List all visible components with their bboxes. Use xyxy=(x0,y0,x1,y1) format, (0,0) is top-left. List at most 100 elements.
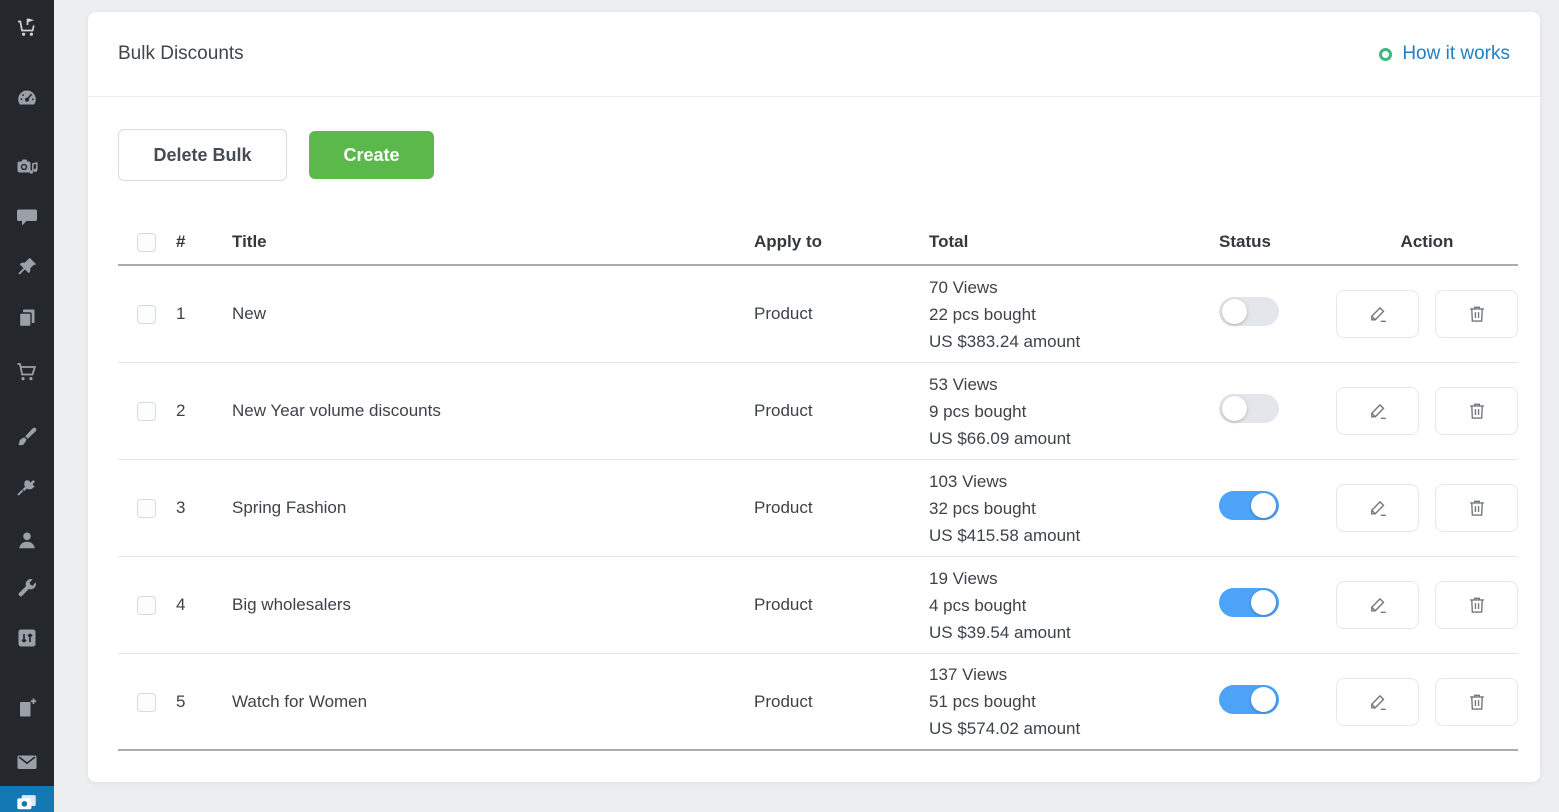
sidebar-item-mail[interactable] xyxy=(15,750,39,774)
col-header-status: Status xyxy=(1198,232,1336,252)
toggle-knob xyxy=(1222,299,1247,324)
row-total: 70 Views 22 pcs bought US $383.24 amount xyxy=(908,274,1198,355)
row-title: Big wholesalers xyxy=(218,595,735,615)
table-row: 2 New Year volume discounts Product 53 V… xyxy=(118,363,1518,460)
toggle-knob xyxy=(1222,396,1247,421)
status-toggle[interactable] xyxy=(1219,588,1279,617)
sidebar-item-settings[interactable] xyxy=(15,626,39,650)
status-toggle[interactable] xyxy=(1219,297,1279,326)
row-total: 137 Views 51 pcs bought US $574.02 amoun… xyxy=(908,661,1198,742)
toggle-knob xyxy=(1251,687,1276,712)
paint-brush-icon xyxy=(15,425,39,449)
discounts-table: # Title Apply to Total Status Action 1 N… xyxy=(118,219,1518,751)
trash-icon xyxy=(1466,691,1488,713)
toggle-knob xyxy=(1251,493,1276,518)
col-header-apply: Apply to xyxy=(735,232,908,252)
sidebar-item-pinned[interactable] xyxy=(15,255,39,279)
select-all-checkbox[interactable] xyxy=(137,233,156,252)
trash-icon xyxy=(1466,497,1488,519)
delete-bulk-button[interactable]: Delete Bulk xyxy=(118,129,287,181)
sidebar-item-customers[interactable] xyxy=(15,528,39,552)
row-title: New Year volume discounts xyxy=(218,401,735,421)
row-apply-to: Product xyxy=(735,401,908,421)
col-header-action: Action xyxy=(1336,232,1518,252)
row-amount: US $383.24 amount xyxy=(929,328,1198,355)
row-title: Spring Fashion xyxy=(218,498,735,518)
table-body: 1 New Product 70 Views 22 pcs bought US … xyxy=(118,266,1518,751)
delete-button[interactable] xyxy=(1435,290,1518,338)
row-total: 103 Views 32 pcs bought US $415.58 amoun… xyxy=(908,468,1198,549)
toggle-knob xyxy=(1251,590,1276,615)
row-views: 19 Views xyxy=(929,565,1198,592)
sidebar-item-messages[interactable] xyxy=(15,205,39,229)
row-bought: 9 pcs bought xyxy=(929,398,1198,425)
plug-icon xyxy=(15,476,39,500)
edit-button[interactable] xyxy=(1336,290,1419,338)
status-toggle[interactable] xyxy=(1219,394,1279,423)
row-number: 4 xyxy=(166,595,218,615)
sidebar-item-logo[interactable] xyxy=(15,16,39,40)
row-checkbox[interactable] xyxy=(137,499,156,518)
row-bought: 22 pcs bought xyxy=(929,301,1198,328)
edit-pencil-icon xyxy=(1367,497,1389,519)
row-bought: 32 pcs bought xyxy=(929,495,1198,522)
row-views: 70 Views xyxy=(929,274,1198,301)
sidebar-item-orders[interactable] xyxy=(15,360,39,384)
card-header: Bulk Discounts How it works xyxy=(88,12,1540,97)
col-header-total: Total xyxy=(908,232,1198,252)
trash-icon xyxy=(1466,594,1488,616)
sidebar-item-design[interactable] xyxy=(15,425,39,449)
row-views: 137 Views xyxy=(929,661,1198,688)
edit-pencil-icon xyxy=(1367,303,1389,325)
row-amount: US $66.09 amount xyxy=(929,425,1198,452)
table-row: 1 New Product 70 Views 22 pcs bought US … xyxy=(118,266,1518,363)
row-views: 103 Views xyxy=(929,468,1198,495)
edit-button[interactable] xyxy=(1336,484,1419,532)
cart-flag-logo-icon xyxy=(15,16,39,40)
shopping-cart-icon xyxy=(15,360,39,384)
sliders-icon xyxy=(15,626,39,650)
create-button[interactable]: Create xyxy=(309,131,434,179)
row-apply-to: Product xyxy=(735,498,908,518)
sidebar-item-pages[interactable] xyxy=(15,306,39,330)
row-number: 1 xyxy=(166,304,218,324)
green-ring-icon xyxy=(1379,48,1392,61)
toolbar: Delete Bulk Create xyxy=(118,129,1510,181)
user-icon xyxy=(15,528,39,552)
row-bought: 4 pcs bought xyxy=(929,592,1198,619)
row-apply-to: Product xyxy=(735,692,908,712)
edit-button[interactable] xyxy=(1336,387,1419,435)
delete-button[interactable] xyxy=(1435,484,1518,532)
row-title: Watch for Women xyxy=(218,692,735,712)
status-toggle[interactable] xyxy=(1219,491,1279,520)
sidebar-item-discounts-active[interactable] xyxy=(0,786,54,812)
sidebar-item-addons[interactable] xyxy=(15,476,39,500)
status-toggle[interactable] xyxy=(1219,685,1279,714)
row-checkbox[interactable] xyxy=(137,596,156,615)
row-apply-to: Product xyxy=(735,304,908,324)
row-checkbox[interactable] xyxy=(137,402,156,421)
pushpin-icon xyxy=(15,255,39,279)
sidebar-item-dashboard[interactable] xyxy=(15,86,39,110)
edit-pencil-icon xyxy=(1367,594,1389,616)
col-header-title: Title xyxy=(218,232,735,252)
table-row: 5 Watch for Women Product 137 Views 51 p… xyxy=(118,654,1518,751)
delete-button[interactable] xyxy=(1435,581,1518,629)
delete-button[interactable] xyxy=(1435,387,1518,435)
sidebar-item-new-page[interactable] xyxy=(15,696,39,720)
table-row: 3 Spring Fashion Product 103 Views 32 pc… xyxy=(118,460,1518,557)
trash-icon xyxy=(1466,400,1488,422)
dashboard-gauge-icon xyxy=(15,86,39,110)
how-it-works-link[interactable]: How it works xyxy=(1379,43,1510,65)
row-views: 53 Views xyxy=(929,371,1198,398)
sidebar-item-media[interactable] xyxy=(15,155,39,179)
edit-button[interactable] xyxy=(1336,678,1419,726)
row-checkbox[interactable] xyxy=(137,693,156,712)
row-checkbox[interactable] xyxy=(137,305,156,324)
how-it-works-label: How it works xyxy=(1402,43,1510,65)
edit-button[interactable] xyxy=(1336,581,1419,629)
row-amount: US $39.54 amount xyxy=(929,619,1198,646)
chat-bubble-icon xyxy=(15,205,39,229)
delete-button[interactable] xyxy=(1435,678,1518,726)
sidebar-item-administration[interactable] xyxy=(15,576,39,600)
